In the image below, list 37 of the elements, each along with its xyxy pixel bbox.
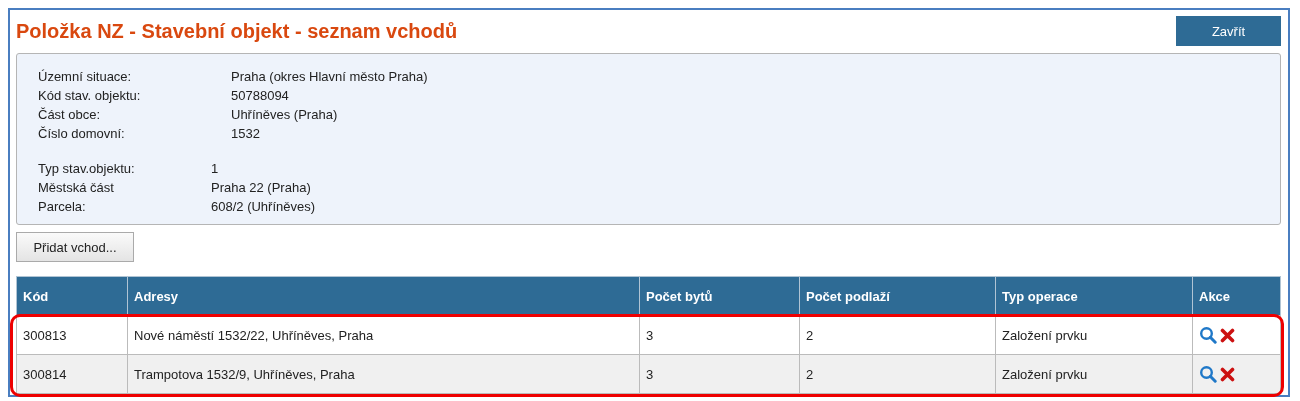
field-label: Typ stav.objektu:	[38, 160, 135, 177]
table-cell: 300813	[16, 315, 128, 355]
column-header: Akce	[1192, 276, 1281, 316]
field-label: Část obce:	[38, 106, 101, 123]
field-label: Územní situace:	[38, 68, 132, 85]
column-header: Kód	[16, 276, 128, 316]
field-label: Kód stav. objektu:	[38, 87, 141, 104]
table-cell: Založení prvku	[995, 354, 1193, 394]
table-cell: Založení prvku	[995, 315, 1193, 355]
column-header: Počet bytů	[639, 276, 800, 316]
table-cell: 3	[639, 354, 800, 394]
table-cell: 300814	[16, 354, 128, 394]
delete-icon[interactable]	[1220, 327, 1235, 343]
table-cell: Trampotova 1532/9, Uhříněves, Praha	[127, 354, 640, 394]
field-value: 50788094	[231, 87, 289, 104]
page-title: Položka NZ - Stavební objekt - seznam vchodů	[16, 20, 458, 43]
column-header: Adresy	[127, 276, 640, 316]
field-value: Uhříněves (Praha)	[231, 106, 338, 123]
table-cell: 3	[639, 315, 800, 355]
field-value: Praha 22 (Praha)	[211, 179, 311, 196]
close-button[interactable]: Zavřít	[1176, 16, 1281, 46]
search-icon[interactable]	[1199, 365, 1217, 383]
table-cell: 2	[799, 315, 996, 355]
field-value: 1	[211, 160, 219, 177]
column-header: Počet podlaží	[799, 276, 996, 316]
table-cell: 2	[799, 354, 996, 394]
column-header: Typ operace	[995, 276, 1193, 316]
field-label: Číslo domovní:	[38, 125, 125, 142]
search-icon[interactable]	[1199, 326, 1217, 344]
field-value: Praha (okres Hlavní město Praha)	[231, 68, 428, 85]
add-entrance-button[interactable]: Přidat vchod...	[16, 232, 134, 262]
delete-icon[interactable]	[1220, 366, 1235, 382]
field-value: 608/2 (Uhříněves)	[211, 198, 316, 215]
table-cell: Nové náměstí 1532/22, Uhříněves, Praha	[127, 315, 640, 355]
field-label: Parcela:	[38, 198, 86, 215]
field-value: 1532	[231, 125, 260, 142]
field-label: Městská část	[38, 179, 114, 196]
